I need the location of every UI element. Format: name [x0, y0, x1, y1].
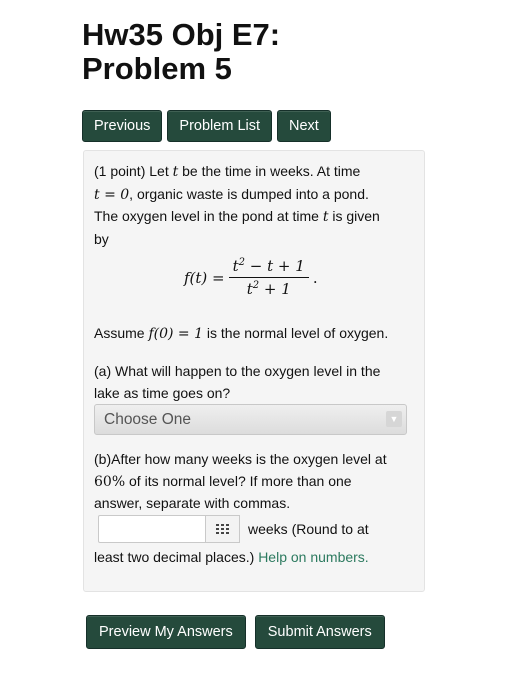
- units-hint: weeks (Round to at: [248, 521, 369, 537]
- preview-answers-button[interactable]: Preview My Answers: [86, 615, 246, 649]
- submit-answers-button[interactable]: Submit Answers: [254, 615, 385, 649]
- part-a-question: (a) What will happen to the oxygen level…: [94, 363, 381, 401]
- problem-panel: (1 point) Let t be the time in weeks. At…: [83, 150, 425, 592]
- part-b-answer-input[interactable]: [98, 515, 206, 543]
- formula-numerator: t2 − t + 1: [228, 257, 309, 278]
- part-b-answer-row: weeks (Round to at: [98, 515, 369, 543]
- chevron-down-icon: ▼: [386, 411, 402, 427]
- rounding-note: least two decimal places.) Help on numbe…: [94, 549, 369, 565]
- select-value: Choose One: [104, 411, 192, 428]
- problem-list-button[interactable]: Problem List: [167, 110, 273, 142]
- answer-actions: Preview My Answers Submit Answers: [86, 615, 385, 649]
- problem-intro: (1 point) Let t be the time in weeks. At…: [94, 163, 380, 247]
- help-on-numbers-link[interactable]: Help on numbers.: [258, 549, 369, 565]
- part-b-question: (b)After how many weeks is the oxygen le…: [94, 451, 387, 511]
- oxygen-formula: f(t) = t2 − t + 1 t2 + 1 .: [184, 257, 318, 298]
- part-a-select[interactable]: Choose One ▼: [94, 404, 407, 435]
- title-line-1: Hw35 Obj E7:: [82, 17, 281, 52]
- formula-fraction: t2 − t + 1 t2 + 1: [228, 257, 309, 298]
- title-line-2: Problem 5: [82, 51, 232, 86]
- formula-denominator: t2 + 1: [246, 280, 291, 298]
- problem-nav: Previous Problem List Next: [82, 110, 331, 142]
- next-button[interactable]: Next: [277, 110, 331, 142]
- keypad-icon[interactable]: [206, 515, 240, 543]
- previous-button[interactable]: Previous: [82, 110, 163, 142]
- assumption-text: Assume f(0) = 1 is the normal level of o…: [94, 325, 389, 342]
- page-title: Hw35 Obj E7: Problem 5: [82, 18, 280, 86]
